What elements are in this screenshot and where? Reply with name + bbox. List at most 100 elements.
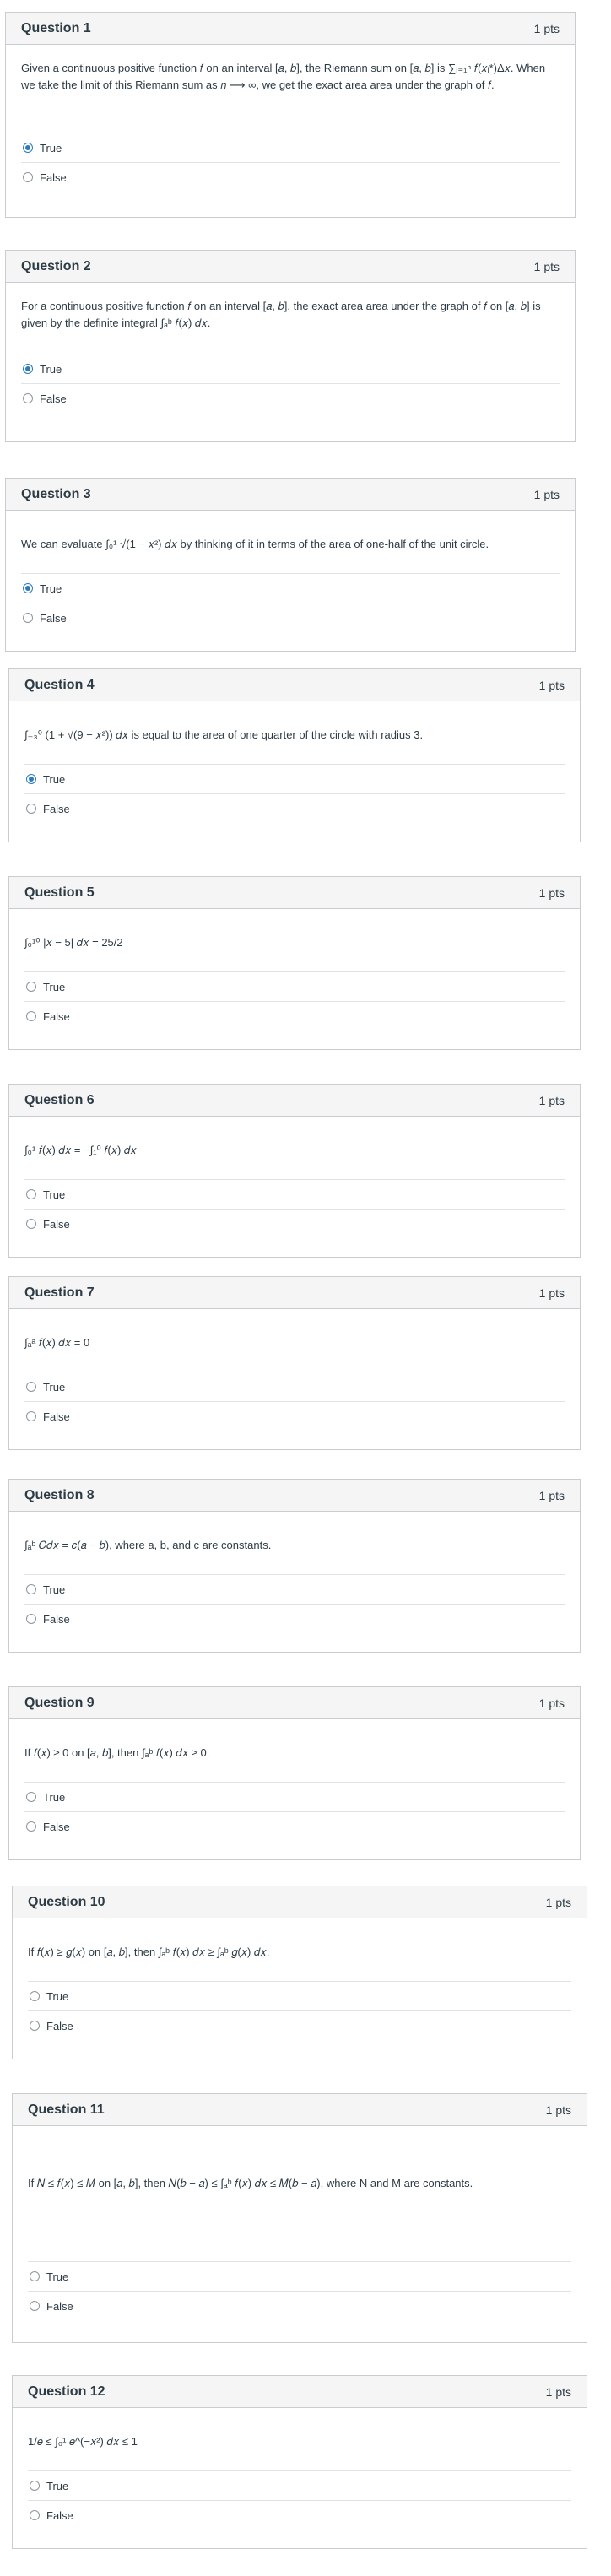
radio-selected-icon[interactable] (23, 364, 33, 374)
radio-icon[interactable] (26, 804, 36, 814)
answer-label: False (40, 170, 67, 184)
radio-icon[interactable] (26, 1584, 36, 1594)
answer-label: False (40, 611, 67, 625)
radio-selected-icon[interactable] (23, 143, 33, 153)
question-text: Given a continuous positive function 𝑓 o… (21, 62, 546, 91)
question-title: Question 8 (24, 1487, 95, 1502)
question-card-10: Question 10 1 pts If 𝑓(𝑥) ≥ 𝑔(𝑥) on [𝑎, … (12, 1886, 587, 2059)
answer-option-true[interactable]: True (28, 1981, 571, 2010)
radio-icon[interactable] (30, 1991, 40, 2001)
answer-list: True False (24, 1782, 565, 1841)
answer-option-false[interactable]: False (21, 603, 560, 632)
answer-option-false[interactable]: False (24, 1401, 565, 1431)
answer-option-true[interactable]: True (24, 764, 565, 793)
question-card-11: Question 11 1 pts If 𝑁 ≤ 𝑓(𝑥) ≤ 𝑀 on [𝑎,… (12, 2093, 587, 2343)
radio-icon[interactable] (26, 1219, 36, 1229)
question-card-8: Question 8 1 pts ∫ₐᵇ 𝐶𝑑𝑥 = 𝑐(𝑎 − 𝑏), whe… (8, 1479, 581, 1653)
question-card-6: Question 6 1 pts ∫₀¹ 𝑓(𝑥) 𝑑𝑥 = −∫₁⁰ 𝑓(𝑥)… (8, 1084, 581, 1258)
radio-icon[interactable] (26, 1189, 36, 1199)
question-card-12: Question 12 1 pts 1/𝑒 ≤ ∫₀¹ 𝑒^(−𝑥²) 𝑑𝑥 ≤… (12, 2375, 587, 2549)
question-points: 1 pts (538, 1093, 565, 1107)
radio-icon[interactable] (30, 2021, 40, 2031)
question-title: Question 4 (24, 677, 95, 692)
answer-label: True (46, 1989, 69, 2003)
question-header: Question 4 1 pts (9, 669, 580, 701)
answer-option-true[interactable]: True (24, 1574, 565, 1604)
question-points: 1 pts (533, 487, 560, 501)
question-card-3: Question 3 1 pts We can evaluate ∫₀¹ √(1… (5, 478, 576, 652)
answer-option-false[interactable]: False (24, 793, 565, 823)
answer-label: True (40, 582, 62, 595)
answer-option-true[interactable]: True (21, 573, 560, 603)
radio-icon[interactable] (23, 172, 33, 182)
radio-icon[interactable] (26, 1792, 36, 1802)
question-points: 1 pts (538, 1696, 565, 1710)
radio-icon[interactable] (30, 2510, 40, 2520)
answer-label: True (43, 1790, 66, 1804)
answer-option-true[interactable]: True (24, 971, 565, 1001)
answer-option-false[interactable]: False (24, 1604, 565, 1633)
answer-list: True False (24, 1179, 565, 1238)
question-points: 1 pts (533, 259, 560, 273)
answer-label: False (46, 2508, 73, 2522)
radio-icon[interactable] (26, 982, 36, 992)
radio-icon[interactable] (26, 1614, 36, 1624)
question-points: 1 pts (538, 1488, 565, 1502)
question-header: Question 1 1 pts (6, 13, 575, 45)
question-text: ∫ₐᵃ 𝑓(𝑥) 𝑑𝑥 = 0 (24, 1336, 90, 1349)
question-title: Question 11 (28, 2102, 105, 2117)
radio-icon[interactable] (26, 1821, 36, 1832)
answer-option-true[interactable]: True (24, 1372, 565, 1401)
answer-option-false[interactable]: False (21, 162, 560, 192)
answer-option-true[interactable]: True (24, 1782, 565, 1811)
answer-option-false[interactable]: False (28, 2500, 571, 2530)
question-header: Question 11 1 pts (13, 2094, 587, 2126)
question-text: 1/𝑒 ≤ ∫₀¹ 𝑒^(−𝑥²) 𝑑𝑥 ≤ 1 (28, 2435, 138, 2448)
answer-label: True (43, 1188, 66, 1201)
radio-icon[interactable] (23, 393, 33, 403)
question-points: 1 pts (538, 678, 565, 692)
answer-list: True False (24, 971, 565, 1031)
radio-icon[interactable] (23, 613, 33, 623)
answer-label: True (40, 362, 62, 376)
answer-option-false[interactable]: False (28, 2291, 571, 2320)
answer-option-false[interactable]: False (24, 1209, 565, 1238)
answer-label: True (43, 772, 66, 786)
question-header: Question 7 1 pts (9, 1277, 580, 1309)
question-points: 1 pts (545, 1895, 571, 1909)
answer-label: True (46, 2479, 69, 2492)
question-title: Question 10 (28, 1894, 105, 1909)
answer-option-false[interactable]: False (21, 383, 560, 413)
radio-selected-icon[interactable] (23, 583, 33, 593)
answer-option-false[interactable]: False (24, 1001, 565, 1031)
question-text: If 𝑁 ≤ 𝑓(𝑥) ≤ 𝑀 on [𝑎, 𝑏], then 𝑁(𝑏 − 𝑎)… (28, 2177, 473, 2189)
radio-icon[interactable] (26, 1411, 36, 1421)
answer-option-false[interactable]: False (24, 1811, 565, 1841)
answer-list: True False (24, 764, 565, 823)
answer-option-true[interactable]: True (24, 1179, 565, 1209)
question-title: Question 12 (28, 2384, 105, 2399)
answer-option-true[interactable]: True (28, 2261, 571, 2291)
radio-selected-icon[interactable] (26, 774, 36, 784)
question-points: 1 pts (533, 21, 560, 35)
answer-label: False (43, 1410, 70, 1423)
answer-option-true[interactable]: True (21, 354, 560, 383)
answer-option-true[interactable]: True (28, 2470, 571, 2500)
radio-icon[interactable] (30, 2481, 40, 2491)
answer-option-true[interactable]: True (21, 133, 560, 162)
answer-label: False (43, 1612, 70, 1626)
radio-icon[interactable] (26, 1382, 36, 1392)
question-header: Question 12 1 pts (13, 2376, 587, 2408)
question-header: Question 6 1 pts (9, 1085, 580, 1117)
question-text: ∫₀¹ 𝑓(𝑥) 𝑑𝑥 = −∫₁⁰ 𝑓(𝑥) 𝑑𝑥 (24, 1144, 137, 1156)
radio-icon[interactable] (26, 1011, 36, 1021)
question-points: 1 pts (545, 2102, 571, 2117)
answer-label: False (43, 1820, 70, 1833)
answer-label: True (46, 2270, 69, 2283)
radio-icon[interactable] (30, 2301, 40, 2311)
answer-label: True (43, 1380, 66, 1394)
answer-list: True False (21, 354, 560, 413)
radio-icon[interactable] (30, 2271, 40, 2281)
answer-option-false[interactable]: False (28, 2010, 571, 2040)
question-points: 1 pts (538, 885, 565, 900)
